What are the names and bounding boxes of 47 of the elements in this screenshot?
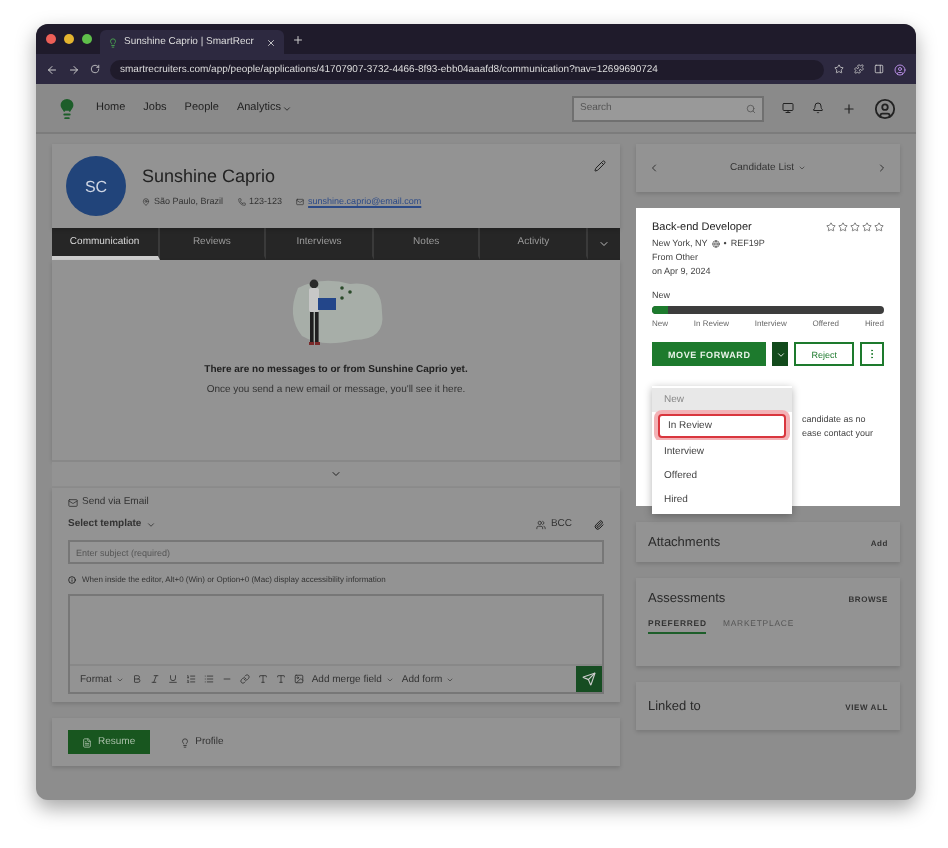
chevron-down-icon (282, 103, 293, 113)
bookmark-icon[interactable] (834, 64, 844, 74)
chevron-down-icon (597, 238, 610, 250)
add-icon[interactable] (842, 101, 856, 115)
close-window-icon[interactable] (46, 34, 56, 44)
chevron-down-icon (145, 519, 156, 529)
send-button[interactable] (576, 666, 602, 692)
forward-icon[interactable] (68, 63, 80, 75)
favicon-icon (108, 37, 118, 47)
new-tab-icon[interactable] (292, 33, 304, 45)
caret-icon (775, 349, 786, 359)
image-icon[interactable] (293, 674, 304, 684)
underline-icon[interactable] (167, 674, 178, 684)
more-button[interactable] (860, 342, 884, 366)
avatar-icon[interactable] (874, 97, 896, 119)
candidate-name: Sunshine Caprio (142, 166, 278, 186)
monitor-icon[interactable] (782, 102, 794, 114)
maximize-window-icon[interactable] (82, 34, 92, 44)
mail-icon (296, 197, 305, 205)
italic-icon[interactable] (149, 674, 160, 684)
link-icon[interactable] (239, 674, 250, 684)
bold-icon[interactable] (131, 674, 142, 684)
stage-menu-button[interactable] (772, 342, 789, 366)
globe-icon (711, 239, 720, 247)
pin-icon (142, 197, 150, 205)
star-rating[interactable] (826, 222, 884, 232)
mail-icon (68, 497, 78, 507)
phone-icon (237, 197, 246, 205)
info-icon (68, 575, 76, 583)
edit-icon[interactable] (594, 160, 606, 172)
avatar: SC (66, 156, 126, 216)
side-panel-icon[interactable] (874, 64, 884, 74)
profile-icon[interactable] (894, 63, 906, 75)
paperclip-icon[interactable] (594, 519, 604, 529)
bulb-icon (179, 737, 190, 747)
document-icon (82, 737, 92, 747)
minimize-window-icon[interactable] (64, 34, 74, 44)
send-icon (582, 672, 596, 686)
text-color-icon[interactable] (257, 674, 268, 684)
extensions-icon[interactable] (854, 64, 864, 74)
bell-icon[interactable] (812, 102, 824, 114)
back-icon[interactable] (46, 63, 58, 75)
people-icon (536, 519, 547, 529)
search-icon (746, 103, 756, 113)
numbered-list-icon[interactable] (185, 674, 196, 684)
reload-icon[interactable] (90, 64, 100, 74)
highlight-icon[interactable] (275, 674, 286, 684)
